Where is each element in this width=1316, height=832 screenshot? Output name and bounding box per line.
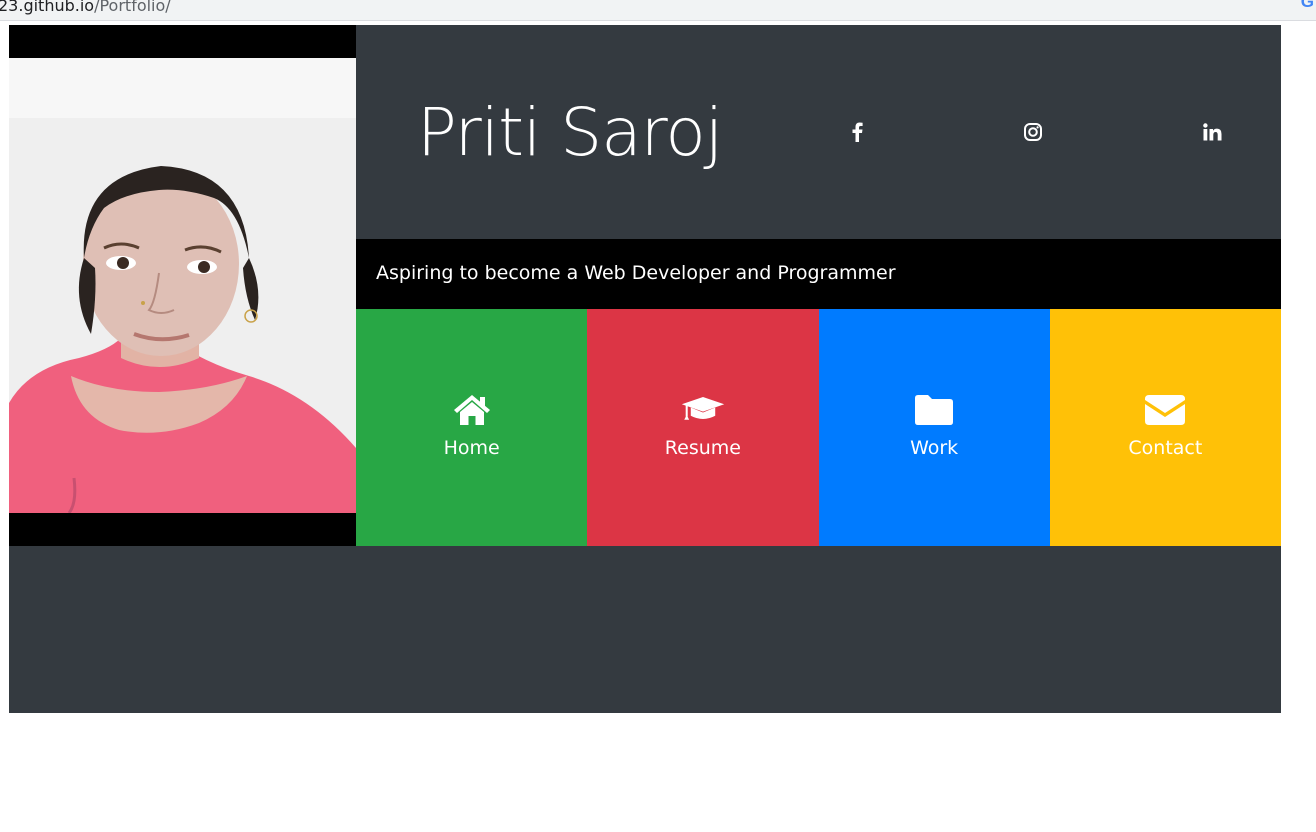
graduation-cap-icon <box>681 393 725 427</box>
google-g-icon[interactable]: G <box>1301 0 1314 12</box>
facebook-icon <box>852 122 863 142</box>
instagram-link[interactable] <box>1021 120 1045 144</box>
nav-tile-home[interactable]: Home <box>356 309 588 546</box>
profile-photo-illustration <box>9 58 356 513</box>
portfolio-page: Priti Saroj Aspiring to become a Web Dev… <box>9 25 1281 713</box>
nav-tile-resume[interactable]: Resume <box>587 309 819 546</box>
facebook-link[interactable] <box>845 120 869 144</box>
tagline-bar: Aspiring to become a Web Developer and P… <box>356 239 1281 309</box>
folder-icon <box>912 393 956 427</box>
envelope-icon <box>1143 393 1187 427</box>
header: Priti Saroj <box>356 25 1281 239</box>
tagline: Aspiring to become a Web Developer and P… <box>376 262 896 284</box>
linkedin-icon <box>1202 123 1221 141</box>
nav-label-resume: Resume <box>664 437 741 459</box>
home-icon <box>450 393 494 427</box>
nav-tiles: Home Resume Work Contact <box>356 309 1281 546</box>
url-host: 23.github.io <box>0 0 95 15</box>
profile-photo <box>9 58 356 513</box>
nav-label-work: Work <box>910 437 959 459</box>
nav-label-home: Home <box>443 437 500 459</box>
instagram-icon <box>1024 123 1042 141</box>
url-path: /Portfolio/ <box>94 0 171 15</box>
nav-label-contact: Contact <box>1128 437 1203 459</box>
nav-tile-work[interactable]: Work <box>818 309 1050 546</box>
linkedin-link[interactable] <box>1200 120 1224 144</box>
browser-address-bar[interactable]: 23.github.io/Portfolio/ G <box>0 0 1316 21</box>
photo-panel <box>9 25 356 546</box>
nav-tile-contact[interactable]: Contact <box>1049 309 1281 546</box>
page-title: Priti Saroj <box>417 94 723 171</box>
url-text[interactable]: 23.github.io/Portfolio/ <box>0 0 171 16</box>
